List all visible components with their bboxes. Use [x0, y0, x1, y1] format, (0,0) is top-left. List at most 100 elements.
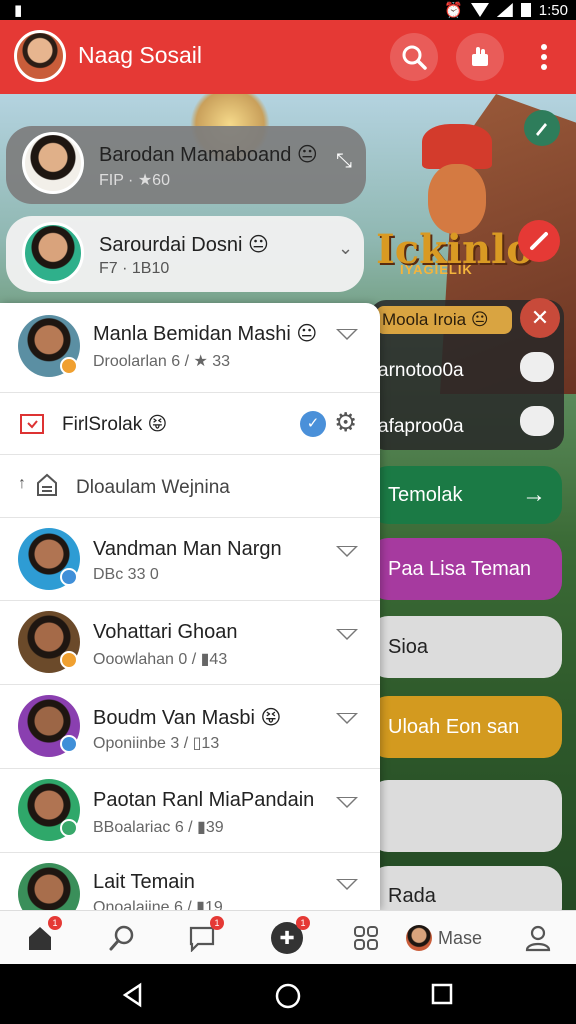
chat-bubble-icon — [520, 352, 554, 382]
side-tag[interactable]: Moola Iroia 😐 — [376, 306, 512, 334]
pill-label: Sioa — [388, 635, 429, 658]
chevron-down-icon[interactable] — [336, 713, 358, 724]
arrow-up-icon: ↑ — [18, 475, 26, 492]
profile-chip-label: Mase — [438, 927, 483, 948]
nav-chat[interactable]: 1 — [186, 916, 224, 955]
nav-home[interactable]: 1 — [24, 916, 62, 955]
pill-empty[interactable] — [370, 780, 562, 852]
chat-name: Sarourdai Dosni 😐 — [99, 234, 269, 256]
calendar-icon — [20, 414, 44, 434]
chevron-down-icon[interactable] — [336, 797, 358, 808]
more-menu-button[interactable] — [520, 33, 568, 81]
chat-name: Barodan Mamaboand 😐 — [99, 144, 318, 166]
alarm-icon: ⏰ — [444, 2, 463, 19]
gear-icon[interactable]: ⚙ — [334, 407, 357, 438]
search-icon — [402, 45, 427, 70]
section-title: Dloaulam Wejnina — [76, 477, 230, 498]
chat-meta: F7 · 1B10 — [99, 260, 170, 277]
nav-search[interactable] — [106, 921, 138, 955]
list-item[interactable]: Manla Bemidan Mashi 😐 Droolarlan 6 / ★ 3… — [0, 303, 380, 393]
chat-name: Vandman Man Nargn — [93, 538, 282, 560]
collapse-icon[interactable]: ⌄ — [338, 238, 353, 259]
close-side-button[interactable]: ✕ — [520, 298, 560, 338]
chat-name: Lait Temain — [93, 871, 195, 893]
action-label: FirlSrolak 😝 — [62, 414, 168, 435]
pill-temolak[interactable]: Temolak → — [370, 466, 562, 524]
pill-label: Temolak — [388, 483, 463, 506]
chat-bubble-icon — [520, 406, 554, 436]
chat-name: Vohattari Ghoan — [93, 621, 238, 643]
wifi-icon — [470, 3, 489, 17]
pill-uloah[interactable]: Uloah Eon san — [370, 696, 562, 758]
chat-name: Boudm Van Masbi 😝 — [93, 707, 282, 729]
pill-label: Uloah Eon san — [388, 715, 520, 738]
action-row[interactable]: FirlSrolak 😝 ✓ ⚙ — [0, 393, 380, 455]
chat-meta: Oponiinbe 3 / ▯13 — [93, 735, 220, 752]
chat-meta: Droolarlan 6 / ★ 33 — [93, 353, 231, 370]
chevron-down-icon[interactable] — [336, 546, 358, 557]
section-header: ↑ Dloaulam Wejnina — [0, 455, 380, 517]
status-badge — [60, 651, 78, 669]
nav-profile-chip[interactable]: Mase — [406, 921, 490, 955]
avatar — [18, 863, 80, 910]
profile-icon — [525, 925, 551, 952]
chat-meta: DBc 33 0 — [93, 566, 159, 583]
chevron-down-icon[interactable] — [336, 329, 358, 340]
status-badge — [60, 819, 78, 837]
pencil-icon — [530, 232, 548, 250]
status-badge — [60, 357, 78, 375]
floating-chat[interactable]: Sarourdai Dosni 😐 F7 · 1B10 ⌄ — [6, 216, 364, 292]
chevron-down-icon[interactable] — [336, 629, 358, 640]
side-item[interactable]: afaproo0a — [378, 416, 464, 438]
compose-fab[interactable] — [518, 220, 560, 262]
more-vert-icon — [541, 44, 547, 70]
pill-paa-lisa-teman[interactable]: Paa Lisa Teman — [370, 538, 562, 600]
chat-meta: BBoalariac 6 / ▮39 — [93, 819, 224, 836]
people-icon — [472, 47, 488, 66]
pencil-icon — [536, 123, 547, 136]
search-button[interactable] — [390, 33, 438, 81]
chat-meta: FIP · ★60 — [99, 172, 170, 189]
pill-label: Paa Lisa Teman — [388, 557, 532, 580]
chat-name: Paotan Ranl MiaPandain — [93, 789, 315, 811]
edit-fab[interactable] — [524, 110, 560, 146]
app-title: Naag Sosail — [78, 42, 203, 68]
system-nav-bar — [0, 964, 576, 1024]
floating-chat[interactable]: Barodan Mamaboand 😐 FIP · ★60 ⤡ — [6, 126, 366, 204]
chat-list-panel: Manla Bemidan Mashi 😐 Droolarlan 6 / ★ 3… — [0, 303, 380, 910]
arrow-right-icon: → — [522, 481, 546, 508]
nav-apps[interactable] — [350, 921, 382, 955]
chevron-down-icon[interactable] — [336, 879, 358, 890]
list-item[interactable]: Vandman Man Nargn DBc 33 0 — [0, 517, 380, 601]
list-item[interactable]: Paotan Ranl MiaPandain BBoalariac 6 / ▮3… — [0, 769, 380, 853]
pill-label: Rada — [388, 884, 436, 907]
nav-profile[interactable] — [522, 921, 554, 955]
battery-icon — [520, 3, 531, 17]
side-item[interactable]: arnotoo0a — [378, 360, 464, 382]
notification-badge: 1 — [210, 916, 224, 930]
avatar — [406, 925, 432, 951]
chat-meta: Onoalaiine 6 / ▮19 — [93, 899, 223, 910]
nav-add-friend[interactable]: ✚ 1 — [270, 916, 310, 955]
chat-meta: Ooowlahan 0 / ▮43 — [93, 651, 228, 668]
home-circle-icon[interactable] — [274, 982, 302, 1010]
search-icon — [109, 925, 134, 951]
profile-avatar[interactable] — [14, 30, 66, 82]
bottom-nav: 1 1 ✚ 1 Mase — [0, 910, 576, 964]
check-icon[interactable]: ✓ — [300, 411, 326, 437]
back-icon[interactable] — [120, 982, 146, 1008]
status-bar: ▮ ⏰ 1:50 — [0, 0, 576, 20]
chat-name: Manla Bemidan Mashi 😐 — [93, 323, 318, 345]
friends-button[interactable] — [456, 33, 504, 81]
app-header: Naag Sosail — [0, 20, 576, 94]
list-item[interactable]: Boudm Van Masbi 😝 Oponiinbe 3 / ▯13 — [0, 685, 380, 769]
recents-icon[interactable] — [430, 982, 454, 1006]
close-icon: ✕ — [530, 305, 550, 330]
pill-sioa[interactable]: Sioa — [370, 616, 562, 678]
list-item[interactable]: Vohattari Ghoan Ooowlahan 0 / ▮43 — [0, 601, 380, 685]
building-icon — [37, 473, 57, 496]
game-subtitle: IYAGIELIK — [400, 262, 473, 277]
collapse-icon[interactable]: ⤡ — [336, 150, 352, 173]
list-item[interactable]: Lait Temain Onoalaiine 6 / ▮19 — [0, 853, 380, 910]
status-badge — [60, 568, 78, 586]
